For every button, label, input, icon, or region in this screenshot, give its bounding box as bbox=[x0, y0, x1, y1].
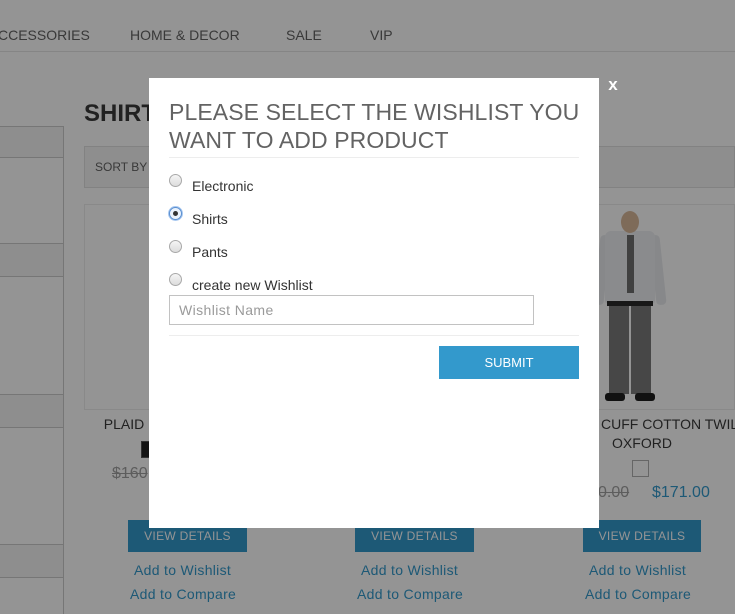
radio-button[interactable] bbox=[169, 240, 182, 253]
radio-button-selected[interactable] bbox=[169, 207, 182, 220]
divider bbox=[169, 335, 579, 336]
wishlist-select-modal: PLEASE SELECT THE WISHLIST YOU WANT TO A… bbox=[149, 78, 599, 528]
submit-button[interactable]: SUBMIT bbox=[439, 346, 579, 379]
modal-title: PLEASE SELECT THE WISHLIST YOU WANT TO A… bbox=[169, 99, 580, 153]
option-label: create new Wishlist bbox=[192, 277, 313, 293]
option-label: Shirts bbox=[192, 211, 228, 227]
option-label: Pants bbox=[192, 244, 228, 260]
radio-button[interactable] bbox=[169, 273, 182, 286]
wishlist-name-input[interactable] bbox=[169, 295, 534, 325]
radio-button[interactable] bbox=[169, 174, 182, 187]
close-icon[interactable]: x bbox=[605, 74, 621, 96]
divider bbox=[169, 157, 579, 158]
option-label: Electronic bbox=[192, 178, 254, 194]
